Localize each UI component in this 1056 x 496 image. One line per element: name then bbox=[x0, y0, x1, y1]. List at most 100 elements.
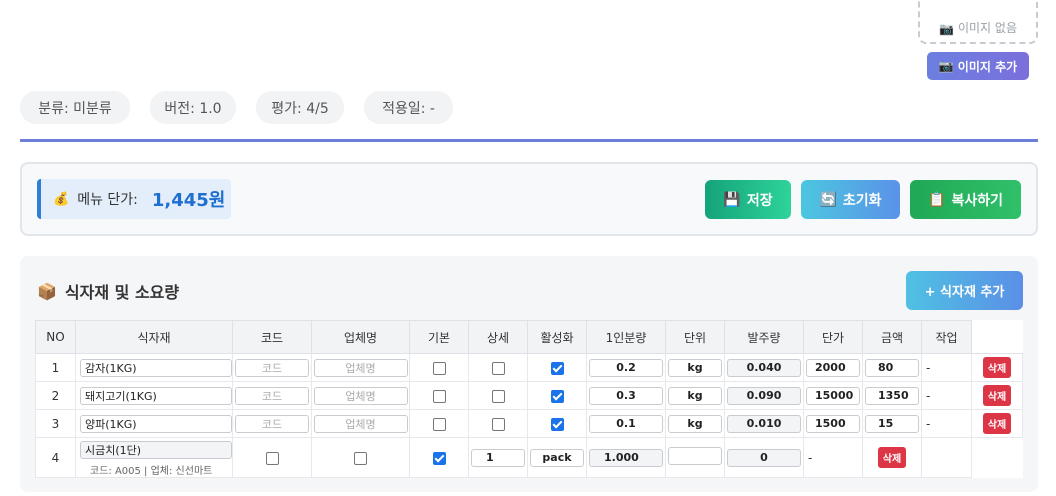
order-cell: 0.040 bbox=[724, 353, 804, 382]
code-input[interactable]: 코드 bbox=[235, 358, 309, 377]
portion-input[interactable]: 0.3 bbox=[589, 386, 663, 405]
amount-cell: 0 bbox=[724, 437, 804, 478]
category-chip: 분류: 미분류 bbox=[20, 91, 130, 124]
col-header: 코드 bbox=[232, 320, 312, 354]
dash-cell: - bbox=[803, 437, 863, 478]
clipboard-icon: 📋 bbox=[928, 191, 946, 208]
col-header: 식자재 bbox=[75, 320, 233, 354]
order-qty-field: 0.010 bbox=[727, 414, 801, 433]
ingredient-name-input[interactable]: 돼지고기(1KG) bbox=[80, 386, 232, 405]
basic-checkbox[interactable] bbox=[432, 417, 446, 431]
dash-cell: - bbox=[921, 381, 972, 410]
copy-button[interactable]: 📋 복사하기 bbox=[910, 180, 1021, 219]
detail-cell bbox=[468, 409, 528, 438]
active-checkbox[interactable] bbox=[550, 417, 564, 431]
image-empty-label: 이미지 없음 bbox=[957, 21, 1017, 35]
blank-cell bbox=[971, 437, 1023, 478]
basic-checkbox[interactable] bbox=[432, 361, 446, 375]
col-header-blank bbox=[971, 320, 1023, 354]
vendor-input[interactable]: 업체명 bbox=[313, 386, 408, 405]
add-image-button[interactable]: 📷 이미지 추가 bbox=[927, 52, 1029, 80]
ingredient-name-field[interactable]: 시금치(1단) bbox=[80, 440, 232, 459]
camera-icon: 📷 bbox=[939, 22, 954, 36]
price-cell: 2000 bbox=[803, 353, 863, 382]
save-button[interactable]: 💾 저장 bbox=[705, 180, 791, 219]
order-cell: 1.000 bbox=[586, 437, 666, 478]
code-input[interactable]: 코드 bbox=[235, 386, 309, 405]
portion-cell: 0.1 bbox=[586, 409, 666, 438]
unit-cell: pack bbox=[527, 437, 587, 478]
dash-cell: - bbox=[921, 353, 972, 382]
col-header: 기본 bbox=[409, 320, 469, 354]
delete-button[interactable]: 삭제 bbox=[982, 385, 1012, 406]
action-cell: 삭제 bbox=[862, 437, 922, 478]
code-cell: 코드 bbox=[232, 381, 312, 410]
detail-cell bbox=[468, 353, 528, 382]
detail-checkbox[interactable] bbox=[491, 417, 505, 431]
active-cell bbox=[527, 381, 587, 410]
detail-checkbox[interactable] bbox=[491, 361, 505, 375]
camera-icon: 📷 bbox=[938, 59, 954, 73]
unit-input[interactable]: kg bbox=[668, 358, 722, 377]
order-qty-field: 0.090 bbox=[727, 386, 801, 405]
active-checkbox[interactable] bbox=[550, 361, 564, 375]
reset-button[interactable]: 🔄 초기화 bbox=[801, 180, 900, 219]
amount-field: 0 bbox=[727, 448, 801, 467]
col-header: 작업 bbox=[921, 320, 972, 354]
active-checkbox[interactable] bbox=[432, 451, 446, 465]
delete-button[interactable]: 삭제 bbox=[982, 413, 1012, 434]
portion-input[interactable]: 1 bbox=[471, 448, 525, 467]
rating-chip: 평가: 4/5 bbox=[256, 91, 344, 124]
table-row: 3 양파(1KG) 코드 업체명 0.1 kg 0.010 1500 15- 삭제 bbox=[35, 409, 1023, 438]
vendor-cell: 업체명 bbox=[311, 381, 410, 410]
ingredients-title-text: 식자재 및 소요량 bbox=[64, 283, 180, 302]
save-label: 저장 bbox=[746, 192, 773, 209]
add-image-label: 이미지 추가 bbox=[957, 59, 1018, 74]
action-cell: 삭제 bbox=[971, 381, 1023, 410]
menu-cost-label: 메뉴 단가: bbox=[77, 192, 138, 208]
ingredient-name-input[interactable]: 양파(1KG) bbox=[80, 414, 232, 433]
vendor-input[interactable]: 업체명 bbox=[313, 358, 408, 377]
unit-input[interactable]: kg bbox=[668, 414, 722, 433]
delete-button[interactable]: 삭제 bbox=[877, 447, 907, 468]
action-cell: 삭제 bbox=[971, 353, 1023, 382]
vendor-cell: 업체명 bbox=[311, 409, 410, 438]
col-header: 발주량 bbox=[724, 320, 804, 354]
ingredient-cell: 양파(1KG) bbox=[75, 409, 233, 438]
unit-input[interactable]: kg bbox=[668, 386, 722, 405]
add-ingredient-button[interactable]: + 식자재 추가 bbox=[906, 271, 1023, 310]
ingredient-name-input[interactable]: 감자(1KG) bbox=[80, 358, 232, 377]
price-input[interactable] bbox=[668, 447, 722, 465]
portion-cell: 0.3 bbox=[586, 381, 666, 410]
detail-checkbox[interactable] bbox=[491, 389, 505, 403]
vendor-input[interactable]: 업체명 bbox=[313, 414, 408, 433]
unit-input[interactable]: pack bbox=[530, 448, 584, 467]
price-input[interactable]: 15000 bbox=[806, 386, 860, 405]
menu-cost-value: 1,445원 bbox=[151, 190, 226, 211]
price-cell bbox=[665, 437, 725, 478]
apply-date-chip: 적용일: - bbox=[364, 91, 453, 124]
delete-button[interactable]: 삭제 bbox=[982, 357, 1012, 378]
portion-input[interactable]: 0.2 bbox=[589, 358, 663, 377]
unit-cell: kg bbox=[665, 381, 725, 410]
price-input[interactable]: 1500 bbox=[806, 414, 860, 433]
code-input[interactable]: 코드 bbox=[235, 414, 309, 433]
refresh-icon: 🔄 bbox=[819, 191, 837, 208]
amount-field: 1350 bbox=[865, 386, 919, 405]
basic-checkbox[interactable] bbox=[432, 389, 446, 403]
basic-checkbox[interactable] bbox=[265, 451, 279, 465]
active-checkbox[interactable] bbox=[550, 389, 564, 403]
ingredients-table: NO 식자재 코드 업체명 기본 상세 활성화 1인분량 단위 발주량 단가 금… bbox=[35, 320, 1023, 478]
detail-checkbox[interactable] bbox=[354, 451, 367, 465]
col-header: 금액 bbox=[862, 320, 922, 354]
price-input[interactable]: 2000 bbox=[806, 358, 860, 377]
col-header: 단위 bbox=[665, 320, 725, 354]
portion-input[interactable]: 0.1 bbox=[589, 414, 663, 433]
table-row: 2 돼지고기(1KG) 코드 업체명 0.3 kg 0.090 15000 1350- 삭제 bbox=[35, 381, 1023, 410]
basic-cell bbox=[232, 437, 312, 478]
basic-cell bbox=[409, 353, 469, 382]
unit-cell: kg bbox=[665, 409, 725, 438]
menu-cost-box: 💰 메뉴 단가: 1,445원 bbox=[37, 179, 231, 219]
amount-cell: 1350 bbox=[862, 381, 922, 410]
row-no: 2 bbox=[35, 381, 76, 410]
